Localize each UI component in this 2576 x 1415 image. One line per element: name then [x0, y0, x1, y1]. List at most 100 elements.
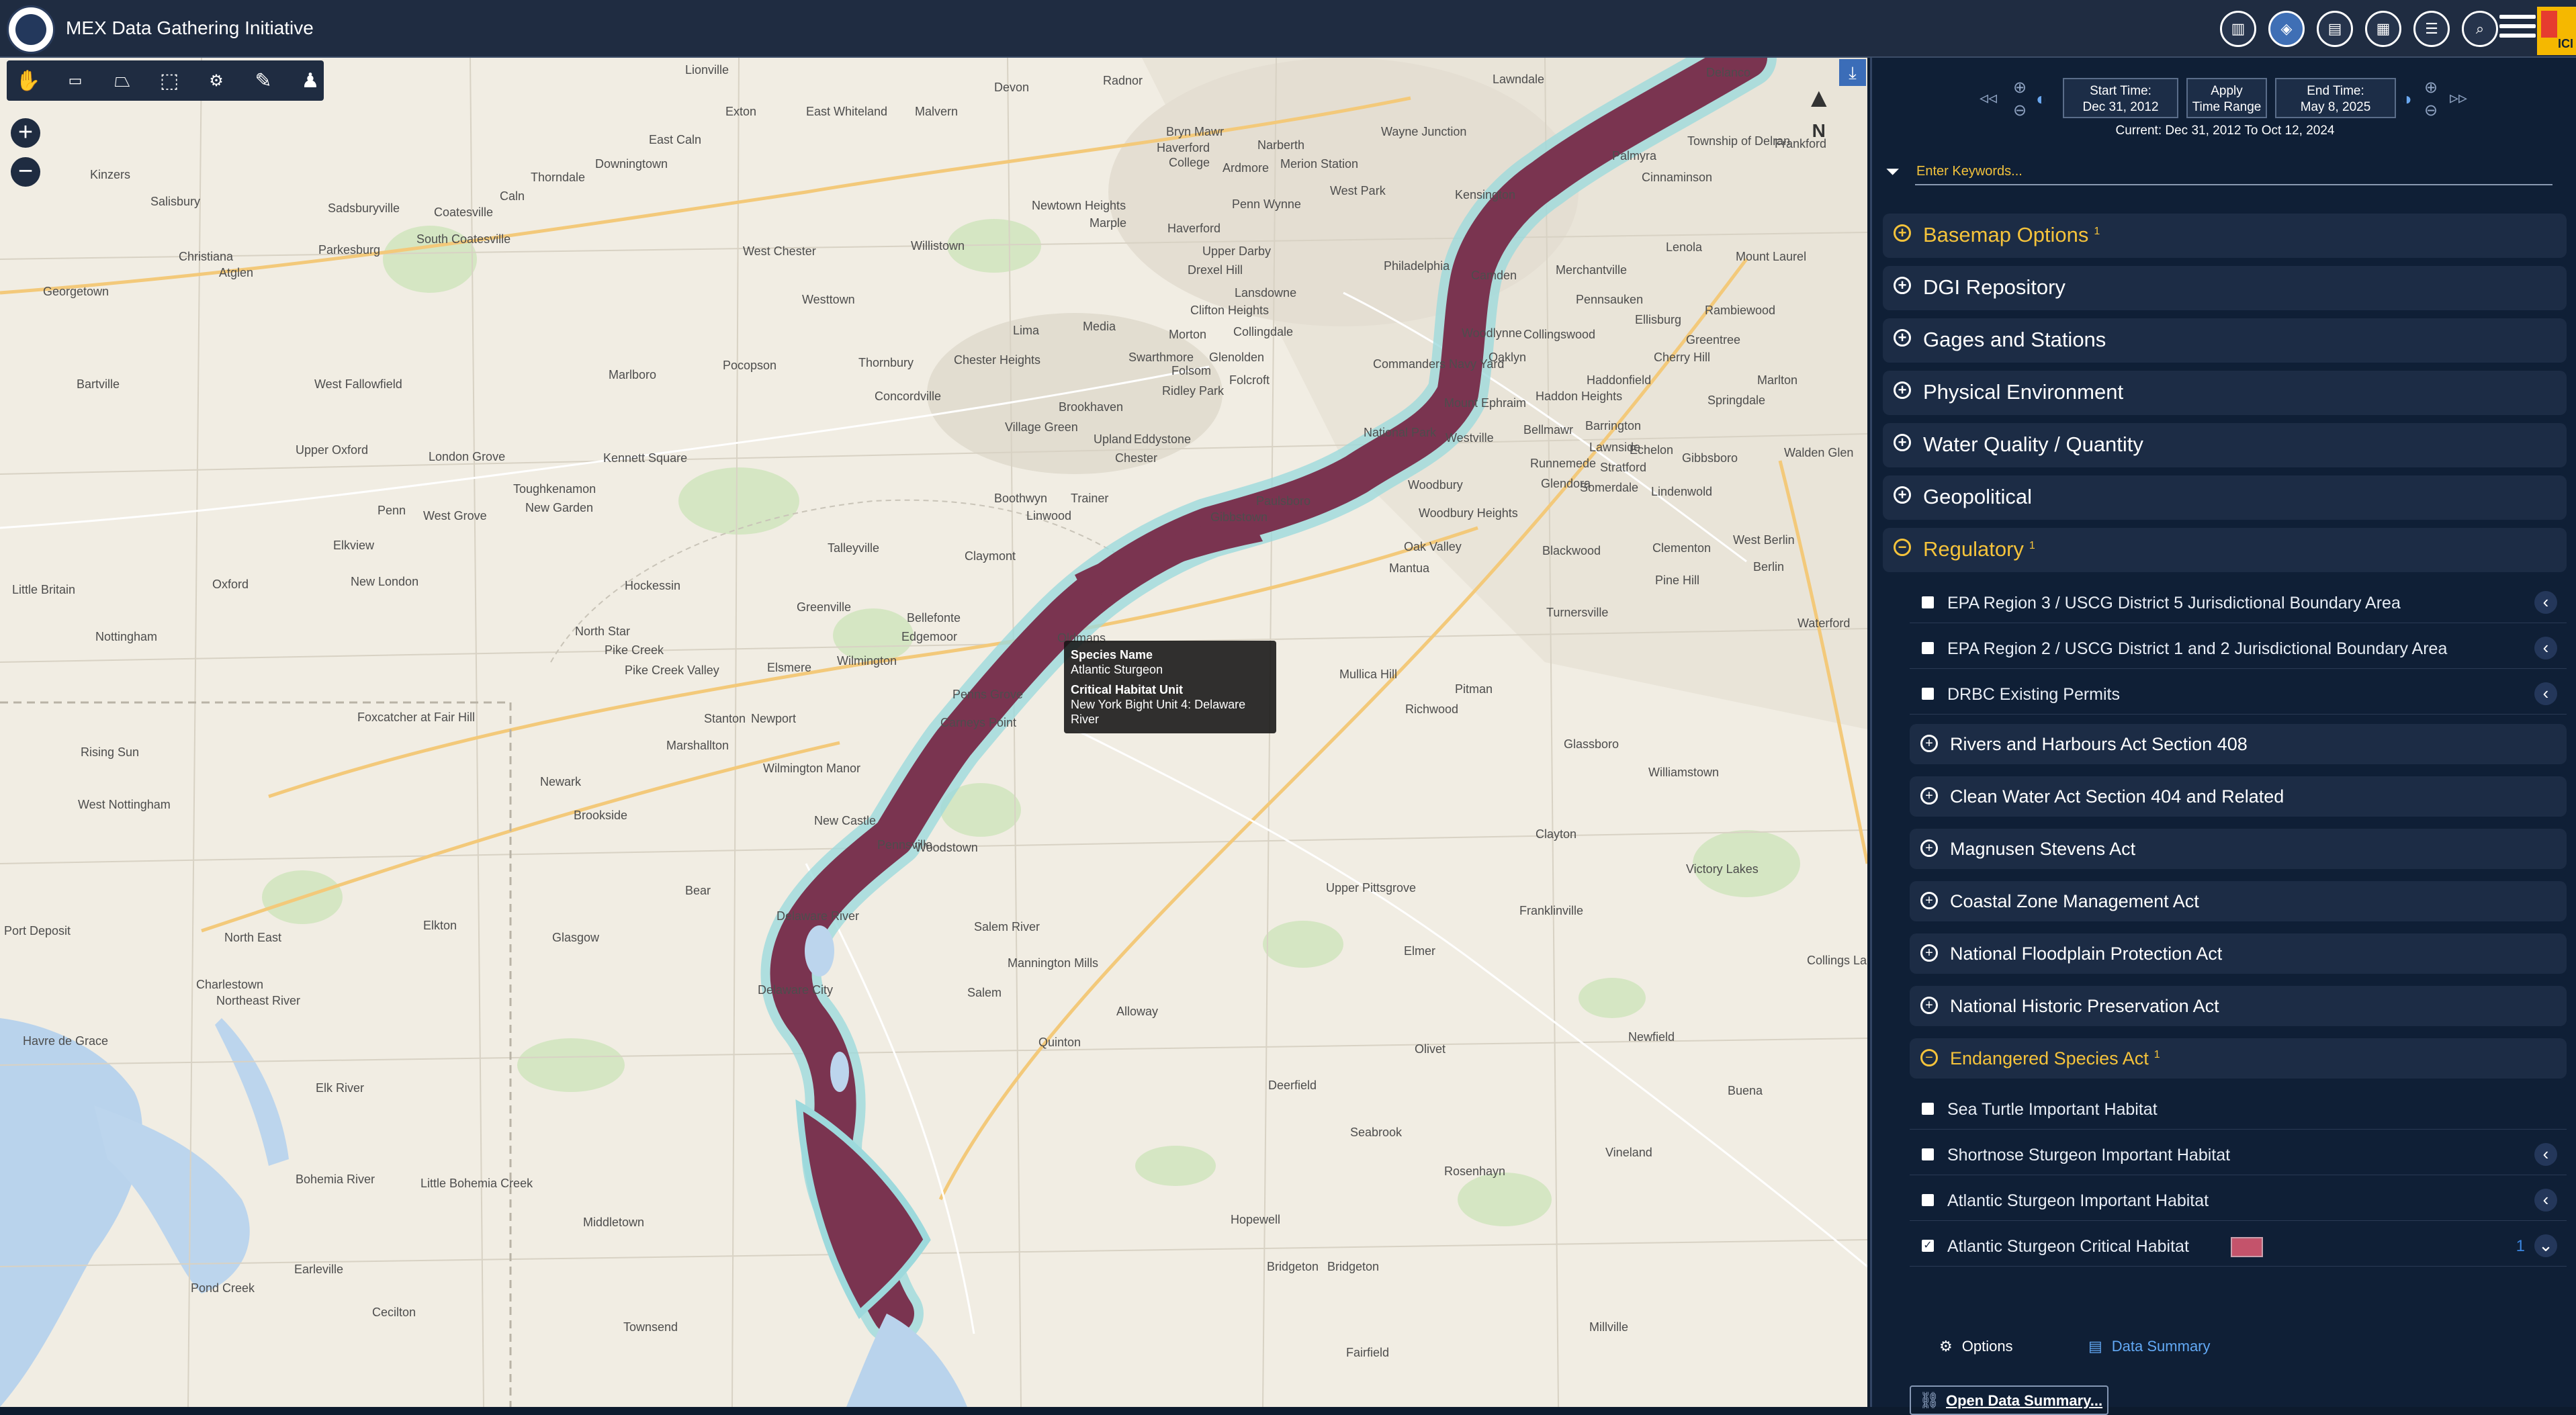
map-label: Townsend — [623, 1320, 678, 1334]
map-label: Havre de Grace — [23, 1034, 109, 1048]
start-time-button[interactable]: Start Time: Dec 31, 2012 — [2063, 78, 2178, 118]
map-label: Greentree — [1686, 333, 1741, 347]
keyword-search: ⏷ — [1885, 158, 2557, 185]
step-back-icon[interactable]: ◃◃ — [1980, 87, 1997, 108]
map-label: Clifton Heights — [1190, 304, 1270, 317]
draw-icon[interactable]: ✎ — [250, 69, 277, 93]
chevron-left-icon[interactable]: ‹ — [2534, 1143, 2557, 1166]
chevron-down-icon[interactable]: ⌄ — [2534, 1234, 2557, 1257]
chevron-left-icon[interactable]: ‹ — [2534, 591, 2557, 614]
keyword-input[interactable] — [1915, 158, 2552, 185]
map-label: Blackwood — [1542, 544, 1601, 557]
pan-hand-icon[interactable]: ✋ — [15, 69, 42, 93]
accordion-geopolitical[interactable]: + Geopolitical — [1883, 475, 2567, 520]
layers-icon[interactable]: ◈ — [2268, 11, 2305, 47]
section-coastal-zone[interactable]: + Coastal Zone Management Act — [1910, 881, 2567, 921]
map-label: Gibbsboro — [1682, 451, 1738, 465]
play-end-icon[interactable]: ◑ — [2401, 89, 2412, 109]
layer-atlantic-sturgeon-important[interactable]: Atlantic Sturgeon Important Habitat ‹ — [1910, 1181, 2567, 1221]
section-floodplain[interactable]: + National Floodplain Protection Act — [1910, 933, 2567, 974]
area-icon[interactable]: ⏢ — [109, 69, 136, 92]
open-data-summary-button[interactable]: ⛓ Open Data Summary... — [1910, 1385, 2108, 1415]
map-label: Ridley Park — [1162, 384, 1225, 398]
settings-icon[interactable]: ⚙ — [203, 71, 230, 91]
section-rivers-harbours[interactable]: + Rivers and Harbours Act Section 408 — [1910, 724, 2567, 764]
map-label: Westtown — [802, 293, 855, 306]
end-time-button[interactable]: End Time: May 8, 2025 — [2275, 78, 2396, 118]
map-label: Elmer — [1404, 944, 1436, 958]
layer-checkbox[interactable] — [1922, 1103, 1934, 1115]
map-label: Penn Wynne — [1232, 197, 1301, 211]
map-label: Oxford — [212, 578, 249, 591]
map-label: Devon — [994, 81, 1030, 94]
accordion-gages-stations[interactable]: + Gages and Stations — [1883, 318, 2567, 363]
plus-icon: + — [1920, 735, 1938, 752]
map-view[interactable]: Lionville Devon Radnor Exton East Whitel… — [0, 58, 1867, 1407]
time-add-icon-2[interactable]: ⊕ — [2424, 78, 2438, 97]
section-magnusen-stevens[interactable]: + Magnusen Stevens Act — [1910, 829, 2567, 869]
chevron-left-icon[interactable]: ‹ — [2534, 637, 2557, 659]
plus-icon: + — [1894, 434, 1911, 451]
table-icon[interactable]: ▦ — [2365, 11, 2401, 47]
accordion-dgi-repository[interactable]: + DGI Repository — [1883, 266, 2567, 310]
map-label: West Park — [1330, 184, 1386, 197]
accordion-basemap-options[interactable]: + Basemap Options 1 — [1883, 214, 2567, 258]
layer-shortnose-sturgeon[interactable]: Shortnose Sturgeon Important Habitat ‹ — [1910, 1135, 2567, 1175]
layer-epa-region-2[interactable]: EPA Region 2 / USCG District 1 and 2 Jur… — [1910, 629, 2567, 669]
map-label: Bridgeton — [1327, 1260, 1380, 1273]
download-icon[interactable]: ⤓ — [1839, 59, 1866, 86]
layer-epa-region-3[interactable]: EPA Region 3 / USCG District 5 Jurisdict… — [1910, 583, 2567, 623]
map-label: Merion Station — [1280, 157, 1359, 171]
search-icon[interactable]: ⌕ — [2462, 11, 2498, 47]
accordion-water-quality[interactable]: + Water Quality / Quantity — [1883, 423, 2567, 467]
section-historic-preservation[interactable]: + National Historic Preservation Act — [1910, 986, 2567, 1026]
layer-checkbox[interactable] — [1922, 596, 1934, 608]
data-summary-button[interactable]: ▤ Data Summary — [2088, 1338, 2211, 1355]
map-label: Oak Valley — [1404, 540, 1462, 553]
layer-atlantic-sturgeon-critical[interactable]: ✓ Atlantic Sturgeon Critical Habitat 1 ⌄ — [1910, 1226, 2567, 1267]
chevron-left-icon[interactable]: ‹ — [2534, 682, 2557, 705]
map-label: Salisbury — [150, 195, 201, 208]
layer-checkbox[interactable] — [1922, 1148, 1934, 1160]
section-endangered-species[interactable]: − Endangered Species Act 1 — [1910, 1038, 2567, 1079]
map-label: Palmyra — [1612, 149, 1657, 163]
map-label: Westville — [1446, 431, 1494, 445]
chart-icon[interactable]: ▥ — [2220, 11, 2256, 47]
measure-icon[interactable]: ▭ — [62, 72, 89, 89]
apply-time-range-button[interactable]: Apply Time Range — [2186, 78, 2267, 118]
map-label: Nottingham — [95, 630, 158, 643]
time-add-icon[interactable]: ⊕ — [2013, 78, 2027, 97]
book-icon[interactable]: ▤ — [2317, 11, 2353, 47]
map-label: Ardmore — [1223, 161, 1270, 175]
map-label: Berlin — [1753, 560, 1785, 574]
layer-checkbox-checked[interactable]: ✓ — [1922, 1240, 1934, 1252]
list-icon[interactable]: ☰ — [2413, 11, 2450, 47]
play-start-icon[interactable]: ◐ — [2036, 89, 2047, 109]
map-label: Newark — [540, 775, 582, 788]
layer-checkbox[interactable] — [1922, 688, 1934, 700]
accordion-regulatory[interactable]: − Regulatory 1 — [1883, 528, 2567, 572]
accordion-physical-environment[interactable]: + Physical Environment — [1883, 371, 2567, 415]
chevron-left-icon[interactable]: ‹ — [2534, 1189, 2557, 1212]
layer-checkbox[interactable] — [1922, 1194, 1934, 1206]
person-icon[interactable]: ♟ — [297, 69, 324, 93]
map-label: Rising Sun — [81, 745, 140, 759]
map-label: Northeast River — [216, 994, 301, 1007]
layer-checkbox[interactable] — [1922, 642, 1934, 654]
map-label: New London — [351, 575, 419, 588]
zoom-out-button[interactable]: − — [11, 157, 40, 187]
step-forward-icon[interactable]: ▹▹ — [2450, 87, 2467, 108]
map-label: Village Green — [1005, 420, 1078, 434]
map-label: Waterford — [1797, 617, 1851, 630]
select-icon[interactable]: ⬚ — [156, 69, 183, 93]
menu-icon[interactable] — [2499, 15, 2536, 42]
layer-sea-turtle[interactable]: Sea Turtle Important Habitat — [1910, 1089, 2567, 1130]
time-remove-icon-2[interactable]: ⊖ — [2424, 101, 2438, 120]
zoom-in-button[interactable]: + — [11, 118, 40, 148]
layer-drbc-permits[interactable]: DRBC Existing Permits ‹ — [1910, 674, 2567, 715]
time-remove-icon[interactable]: ⊖ — [2013, 101, 2027, 120]
map-label: Caln — [500, 189, 525, 203]
section-clean-water-act[interactable]: + Clean Water Act Section 404 and Related — [1910, 776, 2567, 817]
options-button[interactable]: ⚙ Options — [1939, 1338, 2013, 1355]
north-arrow-icon: ▲ N — [1806, 83, 1832, 141]
